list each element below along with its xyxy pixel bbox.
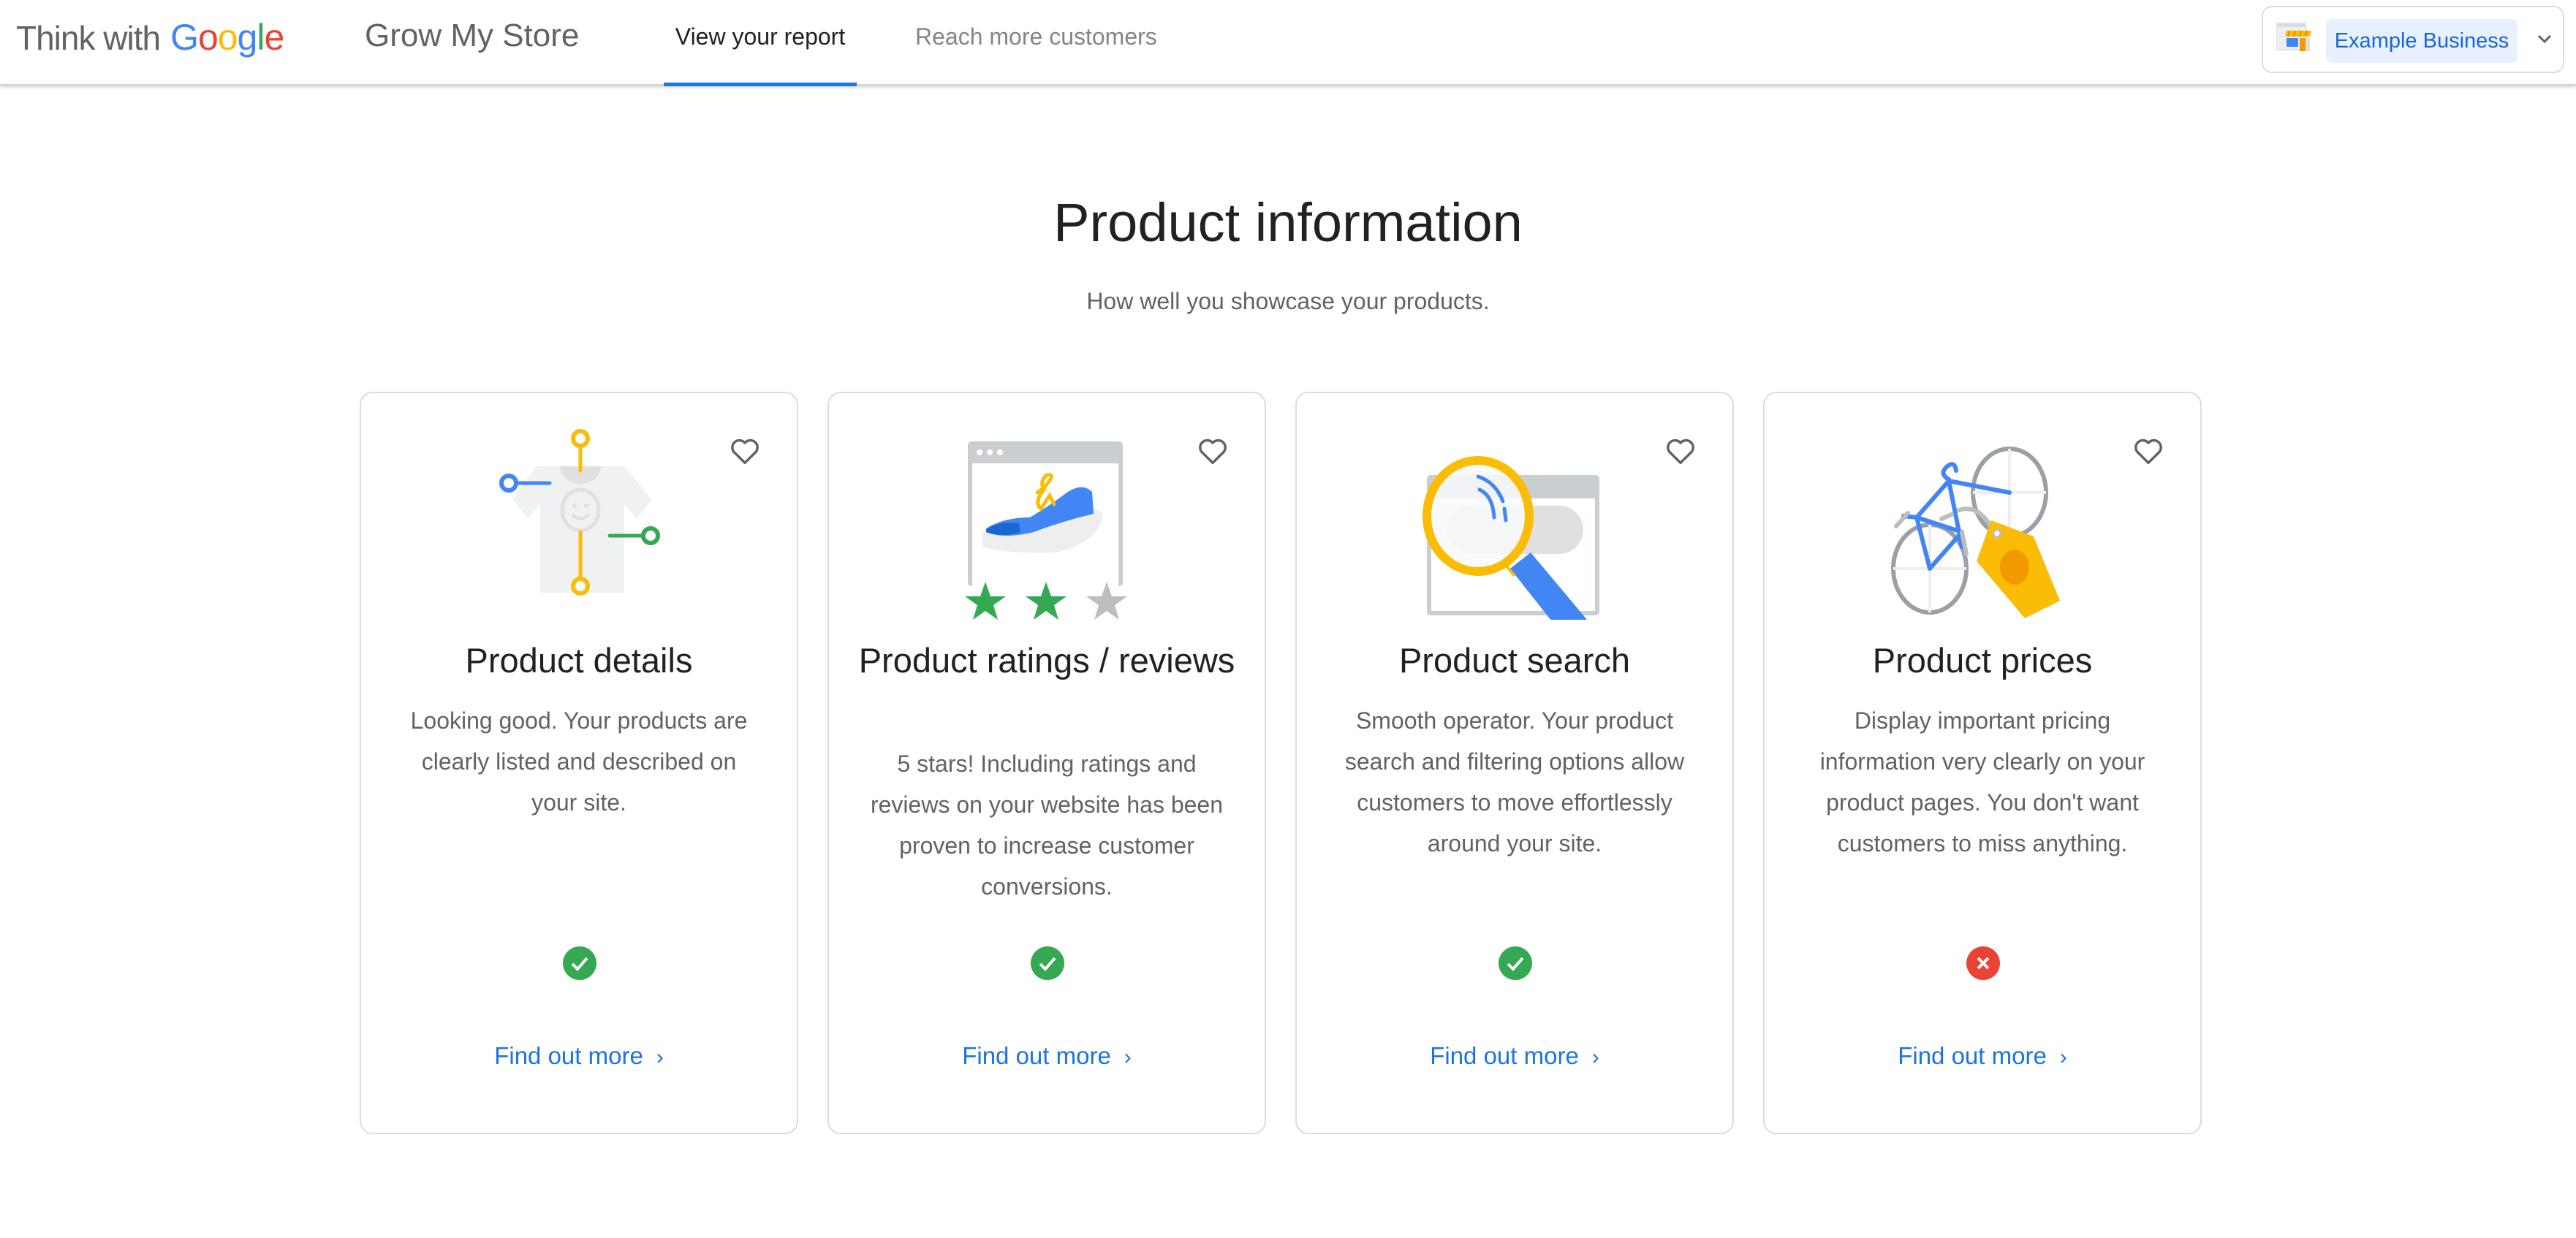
link-label: Find out more xyxy=(1898,1042,2047,1069)
card-description: 5 stars! Including ratings and reviews o… xyxy=(870,751,1224,900)
find-out-more-link[interactable]: Find out more › xyxy=(1765,1042,2200,1070)
card-product-prices: Product prices Display important pricing… xyxy=(1763,392,2202,1134)
section-subtitle: How well you showcase your products. xyxy=(1086,288,1490,314)
link-label: Find out more xyxy=(962,1042,1111,1069)
heart-outline-icon[interactable] xyxy=(1664,434,1697,468)
card-title: Product prices xyxy=(1872,641,2093,680)
find-out-more-link[interactable]: Find out more › xyxy=(361,1042,797,1070)
logo-prefix: Think with xyxy=(16,19,161,57)
think-with-google-logo[interactable]: Think with Google xyxy=(16,16,284,60)
card-product-details: Product details Looking good. Your produ… xyxy=(360,392,798,1134)
card-description: Looking good. Your products are clearly … xyxy=(410,707,748,816)
tab-view-your-report[interactable]: View your report xyxy=(664,23,857,86)
google-letter: o xyxy=(197,17,219,58)
link-label: Find out more xyxy=(494,1042,643,1069)
chevron-right-icon: › xyxy=(2059,1045,2067,1069)
selected-business: Example Business xyxy=(2326,19,2518,63)
google-letter: l xyxy=(257,17,265,58)
tshirt-tags-illustration xyxy=(499,429,660,596)
heart-outline-icon[interactable] xyxy=(1196,434,1230,468)
google-letter: G xyxy=(170,17,199,58)
chevron-right-icon: › xyxy=(656,1045,664,1069)
magnifier-browser-illustration xyxy=(1423,456,1599,620)
top-header: Think with Google Grow My Store View you… xyxy=(0,0,2576,86)
card-title: Product ratings / reviews xyxy=(858,641,1235,680)
card-description: Display important pricing information ve… xyxy=(1819,707,2145,857)
chevron-right-icon: › xyxy=(1124,1045,1132,1069)
business-selector[interactable]: Example Business xyxy=(2262,6,2564,73)
card-product-ratings-reviews: Product ratings / reviews 5 stars! Inclu… xyxy=(827,392,1266,1134)
find-out-more-link[interactable]: Find out more › xyxy=(1297,1042,1732,1070)
link-label: Find out more xyxy=(1430,1042,1579,1069)
section-title: Product information xyxy=(1053,192,1523,253)
google-letter: g xyxy=(237,17,258,58)
tab-reach-more-customers[interactable]: Reach more customers xyxy=(915,23,1157,86)
chevron-down-icon[interactable] xyxy=(2534,28,2556,50)
check-circle-icon xyxy=(1031,946,1064,980)
card-title: Product details xyxy=(465,641,693,680)
google-letter: o xyxy=(217,17,238,58)
heart-outline-icon[interactable] xyxy=(2132,434,2165,468)
card-title: Product search xyxy=(1398,641,1631,680)
chevron-right-icon: › xyxy=(1591,1045,1599,1069)
card-description: Smooth operator. Your product search and… xyxy=(1344,707,1685,857)
find-out-more-link[interactable]: Find out more › xyxy=(829,1042,1265,1070)
bicycle-price-tag-illustration xyxy=(1891,447,2060,618)
check-circle-icon xyxy=(563,946,596,980)
google-letter: e xyxy=(264,17,285,58)
shoe-rating-illustration xyxy=(965,441,1127,620)
heart-outline-icon[interactable] xyxy=(728,434,762,468)
error-circle-icon xyxy=(1966,946,2000,980)
app-name[interactable]: Grow My Store xyxy=(365,18,579,54)
storefront-icon xyxy=(2276,23,2311,51)
card-product-search: Product search Smooth operator. Your pro… xyxy=(1295,392,1734,1134)
check-circle-icon xyxy=(1499,946,1532,980)
google-wordmark: Google xyxy=(170,16,284,58)
